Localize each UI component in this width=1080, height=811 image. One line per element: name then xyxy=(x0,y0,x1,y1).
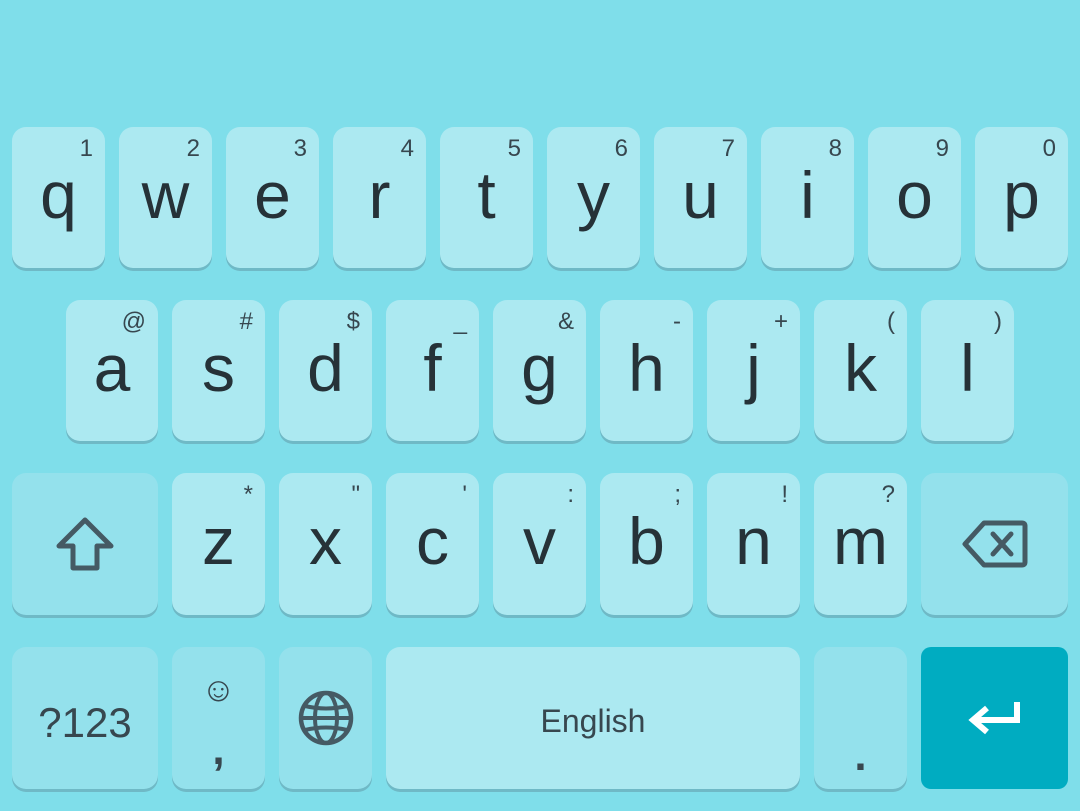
key-r[interactable]: 4 r xyxy=(333,127,426,268)
key-hint: * xyxy=(243,481,253,508)
key-letter: p xyxy=(1003,158,1040,232)
key-letter: e xyxy=(254,158,291,232)
key-hint: : xyxy=(567,481,574,508)
key-letter: x xyxy=(309,504,342,578)
key-x[interactable]: " x xyxy=(279,473,372,615)
key-letter: l xyxy=(960,331,975,405)
key-hint: - xyxy=(673,308,681,335)
key-hint: _ xyxy=(453,308,467,335)
key-hint: ! xyxy=(781,481,788,508)
key-y[interactable]: 6 y xyxy=(547,127,640,268)
key-letter: i xyxy=(800,158,815,232)
backspace-icon xyxy=(962,520,1027,568)
key-hint: 8 xyxy=(828,135,842,162)
key-n[interactable]: ! n xyxy=(707,473,800,615)
key-hint: 5 xyxy=(507,135,521,162)
key-letter: w xyxy=(141,158,190,232)
enter-key[interactable] xyxy=(921,647,1068,789)
key-hint: $ xyxy=(346,308,360,335)
globe-icon xyxy=(298,690,353,746)
space-label: English xyxy=(540,703,646,739)
key-letter: n xyxy=(735,504,772,578)
key-hint: ( xyxy=(887,308,895,335)
key-i[interactable]: 8 i xyxy=(761,127,854,268)
key-hint: ; xyxy=(674,481,681,508)
emoji-comma-key[interactable]: ☺ , xyxy=(172,647,265,789)
key-letter: f xyxy=(423,331,442,405)
key-p[interactable]: 0 p xyxy=(975,127,1068,268)
key-k[interactable]: ( k xyxy=(814,300,907,441)
key-w[interactable]: 2 w xyxy=(119,127,212,268)
key-hint: 7 xyxy=(721,135,735,162)
enter-icon xyxy=(967,702,1020,735)
symbols-key[interactable]: ?123 xyxy=(12,647,158,789)
key-b[interactable]: ; b xyxy=(600,473,693,615)
key-letter: m xyxy=(833,504,888,578)
key-hint: 9 xyxy=(935,135,949,162)
key-letter: a xyxy=(93,331,131,405)
key-hint: ) xyxy=(994,308,1002,335)
key-h[interactable]: - h xyxy=(600,300,693,441)
key-letter: r xyxy=(368,158,391,232)
key-j[interactable]: + j xyxy=(707,300,800,441)
key-letter: j xyxy=(746,331,761,405)
key-q[interactable]: 1 q xyxy=(12,127,105,268)
key-c[interactable]: ' c xyxy=(386,473,479,615)
key-e[interactable]: 3 e xyxy=(226,127,319,268)
shift-key[interactable] xyxy=(12,473,158,615)
key-letter: q xyxy=(40,158,77,232)
period-label: . xyxy=(854,731,867,780)
key-hint: 4 xyxy=(400,135,414,162)
key-hint: 6 xyxy=(614,135,628,162)
key-g[interactable]: & g xyxy=(493,300,586,441)
backspace-key[interactable] xyxy=(921,473,1068,615)
key-letter: t xyxy=(477,158,496,232)
key-hint: & xyxy=(557,308,574,335)
key-o[interactable]: 9 o xyxy=(868,127,961,268)
key-m[interactable]: ? m xyxy=(814,473,907,615)
period-key[interactable]: . xyxy=(814,647,907,789)
key-letter: u xyxy=(682,158,719,232)
emoji-icon: ☺ xyxy=(201,671,236,709)
key-hint: 0 xyxy=(1042,135,1056,162)
key-hint: " xyxy=(351,481,360,508)
key-v[interactable]: : v xyxy=(493,473,586,615)
key-letter: o xyxy=(896,158,933,232)
symbols-label: ?123 xyxy=(38,699,132,746)
key-letter: d xyxy=(307,331,344,405)
key-a[interactable]: @ a xyxy=(66,300,158,441)
key-l[interactable]: ) l xyxy=(921,300,1014,441)
key-letter: s xyxy=(202,331,235,405)
key-hint: + xyxy=(773,308,788,335)
key-letter: c xyxy=(416,504,449,578)
shift-icon xyxy=(56,517,114,571)
key-t[interactable]: 5 t xyxy=(440,127,533,268)
key-letter: y xyxy=(577,158,610,232)
key-s[interactable]: # s xyxy=(172,300,265,441)
space-key[interactable]: English xyxy=(386,647,800,789)
key-hint: 1 xyxy=(79,135,93,162)
key-letter: g xyxy=(521,331,558,405)
language-key[interactable] xyxy=(279,647,372,789)
key-u[interactable]: 7 u xyxy=(654,127,747,268)
key-letter: b xyxy=(628,504,665,578)
key-hint: # xyxy=(239,308,253,335)
key-d[interactable]: $ d xyxy=(279,300,372,441)
key-f[interactable]: _ f xyxy=(386,300,479,441)
key-letter: k xyxy=(844,331,877,405)
comma-label: , xyxy=(212,725,225,774)
keyboard: 1 q 2 w 3 e 4 r 5 t 6 y 7 u 8 i 9 o 0 p … xyxy=(0,0,1080,811)
key-hint: 3 xyxy=(293,135,307,162)
key-letter: h xyxy=(628,331,665,405)
key-letter: v xyxy=(523,504,556,578)
key-letter: z xyxy=(202,504,235,578)
key-hint: ' xyxy=(462,481,467,508)
key-z[interactable]: * z xyxy=(172,473,265,615)
